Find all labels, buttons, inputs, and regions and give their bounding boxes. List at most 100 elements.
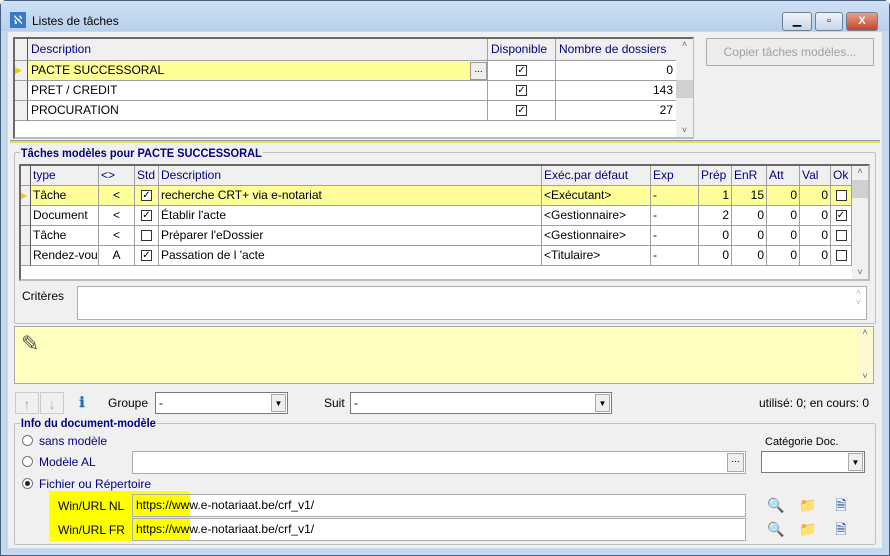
radio-modele-al[interactable]: [22, 456, 33, 467]
top-grid-scrollbar[interactable]: ˄ ˅: [676, 39, 693, 137]
column-header-2[interactable]: Nombre de dossiers: [556, 39, 677, 61]
scroll-down-icon[interactable]: ˅: [852, 267, 868, 277]
row-indicator[interactable]: ▶: [15, 61, 28, 81]
scroll-thumb[interactable]: [852, 180, 868, 198]
task-prep[interactable]: 2: [699, 206, 732, 226]
scroll-down-icon[interactable]: ˅: [676, 125, 693, 135]
tasks-column-header-8[interactable]: Att: [767, 166, 800, 186]
modele-al-input[interactable]: [132, 451, 746, 474]
task-val[interactable]: 0: [800, 226, 831, 246]
task-dir[interactable]: <: [99, 226, 135, 246]
row-indicator[interactable]: [21, 206, 31, 226]
criteres-input[interactable]: [77, 286, 867, 320]
disponible-cell[interactable]: ✓: [488, 101, 556, 121]
folder-nl-icon[interactable]: 📁: [796, 494, 820, 516]
dropdown-arrow-icon[interactable]: ▼: [595, 394, 610, 412]
task-description[interactable]: Passation de l 'acte: [159, 246, 542, 266]
filter-info-icon[interactable]: ℹ: [70, 391, 94, 413]
categorie-select[interactable]: ▼: [761, 451, 865, 473]
radio-fichier[interactable]: [22, 478, 33, 489]
task-att[interactable]: 0: [767, 226, 800, 246]
task-exec[interactable]: <Gestionnaire>: [542, 206, 651, 226]
row-indicator[interactable]: [15, 81, 28, 101]
notes-area[interactable]: ✎ ˄ ˅: [14, 326, 874, 384]
groupe-select[interactable]: - ▼: [155, 392, 288, 414]
ok-cell[interactable]: [831, 246, 852, 266]
row-indicator[interactable]: [15, 101, 28, 121]
criteres-scrollbar[interactable]: ˄ ˅: [851, 287, 866, 319]
suit-select[interactable]: - ▼: [350, 392, 612, 414]
std-cell[interactable]: ✓: [135, 186, 159, 206]
ok-checkbox[interactable]: [835, 250, 847, 262]
task-list-description[interactable]: PACTE SUCCESSORAL: [28, 61, 488, 81]
url-nl-input[interactable]: https://www.e-notariaat.be/crf_v1/: [132, 494, 746, 517]
task-list-description[interactable]: PRET / CREDIT: [28, 81, 488, 101]
task-att[interactable]: 0: [767, 186, 800, 206]
ok-cell[interactable]: [831, 226, 852, 246]
task-description[interactable]: recherche CRT+ via e-notariat: [159, 186, 542, 206]
task-val[interactable]: 0: [800, 186, 831, 206]
column-header-1[interactable]: Disponible: [488, 39, 556, 61]
word-doc-fr-icon[interactable]: 🗎: [829, 518, 853, 540]
scroll-up-icon[interactable]: ˄: [676, 39, 693, 53]
disponible-checkbox[interactable]: ✓: [516, 65, 527, 77]
task-enr[interactable]: 0: [732, 246, 767, 266]
notes-scrollbar[interactable]: ˄ ˅: [857, 327, 873, 383]
ok-cell[interactable]: [831, 186, 852, 206]
radio-sans-modele[interactable]: [22, 435, 33, 446]
task-type[interactable]: Rendez-vous: [31, 246, 99, 266]
ok-checkbox[interactable]: [835, 230, 847, 242]
tasks-column-header-4[interactable]: Exéc.par défaut: [542, 166, 651, 186]
word-doc-nl-icon[interactable]: 🗎: [829, 494, 853, 516]
tasks-column-header-2[interactable]: Std: [135, 166, 159, 186]
tasks-column-header-1[interactable]: <>: [99, 166, 135, 186]
std-cell[interactable]: ✓: [135, 246, 159, 266]
sans-modele-label[interactable]: sans modèle: [39, 434, 107, 448]
task-dir[interactable]: <: [99, 206, 135, 226]
std-cell[interactable]: [135, 226, 159, 246]
dropdown-arrow-icon[interactable]: ▼: [848, 453, 863, 471]
row-indicator[interactable]: [21, 226, 31, 246]
task-dir[interactable]: <: [99, 186, 135, 206]
task-description[interactable]: Préparer l'eDossier: [159, 226, 542, 246]
preview-fr-icon[interactable]: 🔍: [764, 518, 788, 540]
tasks-column-header-5[interactable]: Exp: [651, 166, 699, 186]
tasks-column-header-3[interactable]: Description: [159, 166, 542, 186]
task-description[interactable]: Établir l'acte: [159, 206, 542, 226]
task-list-description[interactable]: PROCURATION: [28, 101, 488, 121]
tasks-column-header-10[interactable]: Ok: [831, 166, 852, 186]
std-checkbox[interactable]: [141, 230, 152, 242]
fichier-label[interactable]: Fichier ou Répertoire: [39, 477, 151, 491]
preview-nl-icon[interactable]: 🔍: [764, 494, 788, 516]
ok-checkbox[interactable]: [835, 190, 847, 202]
task-type[interactable]: Document: [31, 206, 99, 226]
disponible-checkbox[interactable]: ✓: [516, 85, 527, 97]
task-prep[interactable]: 0: [699, 246, 732, 266]
row-indicator[interactable]: ▶: [21, 186, 31, 206]
task-att[interactable]: 0: [767, 206, 800, 226]
task-val[interactable]: 0: [800, 246, 831, 266]
task-prep[interactable]: 1: [699, 186, 732, 206]
task-exec[interactable]: <Titulaire>: [542, 246, 651, 266]
ellipsis-button[interactable]: ...: [470, 62, 487, 80]
tasks-column-header-9[interactable]: Val: [800, 166, 831, 186]
task-val[interactable]: 0: [800, 206, 831, 226]
task-exec[interactable]: <Exécutant>: [542, 186, 651, 206]
task-prep[interactable]: 0: [699, 226, 732, 246]
move-up-icon[interactable]: ↑: [15, 392, 39, 414]
column-header-0[interactable]: Description: [28, 39, 488, 61]
modele-al-label[interactable]: Modèle AL: [39, 455, 96, 469]
task-exec[interactable]: <Gestionnaire>: [542, 226, 651, 246]
std-checkbox[interactable]: ✓: [141, 250, 152, 262]
task-att[interactable]: 0: [767, 246, 800, 266]
tasks-grid-scrollbar[interactable]: ˄ ˅: [852, 166, 868, 279]
disponible-checkbox[interactable]: ✓: [516, 105, 527, 117]
copy-template-tasks-button[interactable]: Copier tâches modèles...: [706, 38, 874, 66]
url-fr-input[interactable]: https://www.e-notariaat.be/crf_v1/: [132, 518, 746, 541]
std-checkbox[interactable]: ✓: [141, 210, 152, 222]
task-enr[interactable]: 0: [732, 226, 767, 246]
task-dir[interactable]: A: [99, 246, 135, 266]
scroll-thumb[interactable]: [676, 80, 693, 98]
dropdown-arrow-icon[interactable]: ▼: [271, 394, 286, 412]
std-cell[interactable]: ✓: [135, 206, 159, 226]
